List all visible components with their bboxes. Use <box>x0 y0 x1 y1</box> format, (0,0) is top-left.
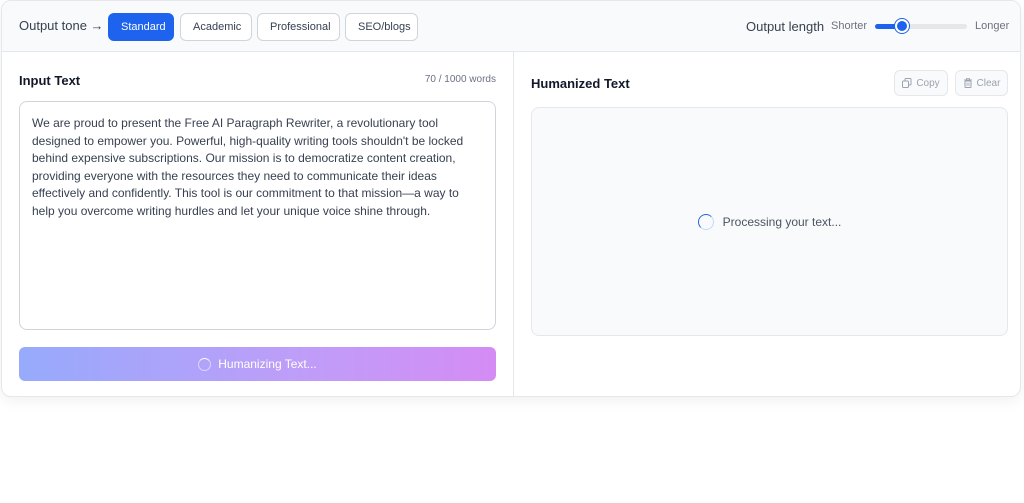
input-panel: Input Text 70 / 1000 words We are proud … <box>2 52 513 396</box>
tone-academic-button[interactable]: Academic <box>180 13 252 41</box>
output-box: Processing your text... <box>531 107 1008 336</box>
spinner-icon <box>697 213 714 230</box>
clear-label: Clear <box>976 77 1001 89</box>
tone-seo-blogs-button[interactable]: SEO/blogs <box>345 13 418 41</box>
spinner-icon <box>198 357 212 371</box>
input-textarea[interactable]: We are proud to present the Free AI Para… <box>19 101 496 330</box>
rewriter-card: Output tone → Standard Academic Professi… <box>1 0 1021 397</box>
output-tone-label: Output tone → <box>19 18 104 33</box>
tone-professional-button[interactable]: Professional <box>257 13 340 41</box>
toolbar: Output tone → Standard Academic Professi… <box>2 1 1020 52</box>
output-title: Humanized Text <box>531 76 630 91</box>
longer-label: Longer <box>975 20 1010 32</box>
trash-icon <box>963 78 972 88</box>
slider-thumb[interactable] <box>894 19 909 33</box>
copy-icon <box>902 78 912 88</box>
output-length-label: Output length <box>746 19 825 34</box>
processing-indicator: Processing your text... <box>532 108 1007 335</box>
output-length-slider[interactable] <box>875 19 967 33</box>
input-title: Input Text <box>19 73 81 88</box>
shorter-label: Shorter <box>831 20 868 32</box>
word-count: 70 / 1000 words <box>424 74 496 85</box>
humanize-button-label: Humanizing Text... <box>218 357 317 371</box>
humanize-button-content: Humanizing Text... <box>19 347 496 381</box>
output-panel: Humanized Text Copy Clear Processing you… <box>513 52 1020 396</box>
processing-status: Processing your text... <box>722 214 842 229</box>
copy-label: Copy <box>916 77 940 89</box>
humanize-button[interactable]: Humanizing Text... <box>19 347 496 381</box>
copy-button[interactable]: Copy <box>894 70 948 96</box>
clear-button[interactable]: Clear <box>955 70 1008 96</box>
tone-standard-button[interactable]: Standard <box>108 13 174 41</box>
